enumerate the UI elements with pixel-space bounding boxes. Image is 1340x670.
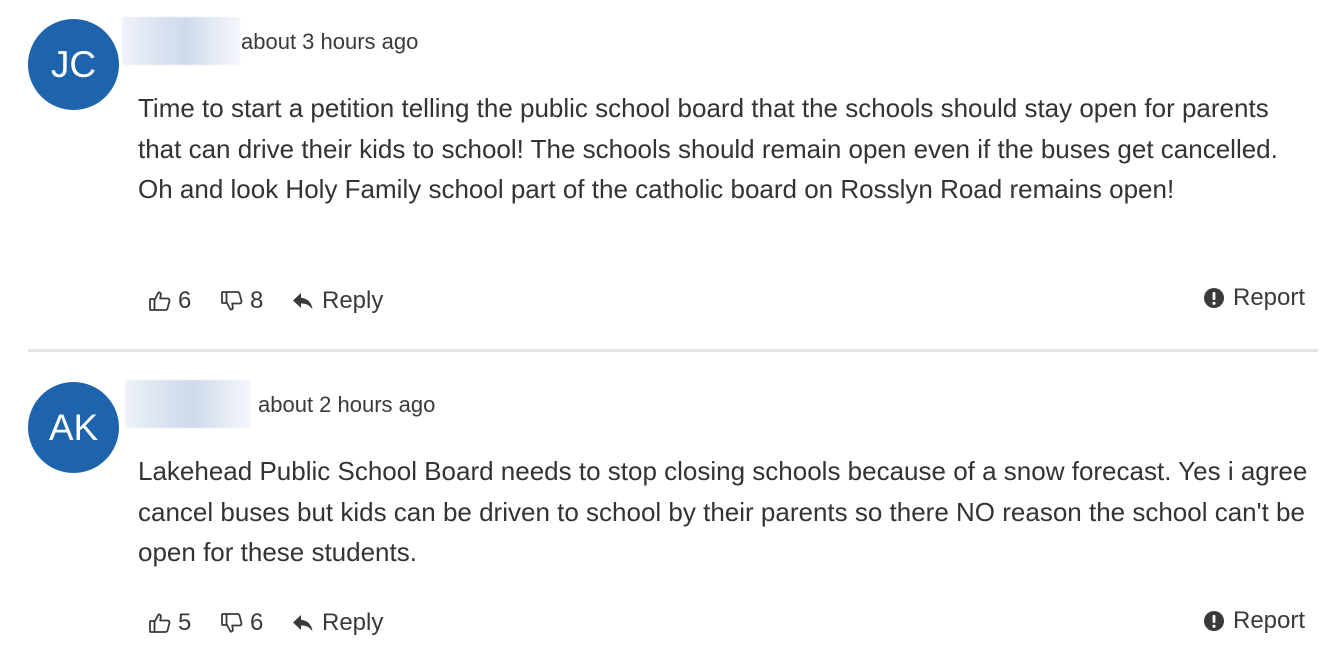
thumbs-down-icon [220, 611, 244, 635]
comment-text: Lakehead Public School Board needs to st… [138, 456, 1308, 567]
report-label: Report [1233, 284, 1306, 311]
dislike-button[interactable]: 6 [220, 606, 263, 640]
reply-label: Reply [322, 287, 384, 314]
comment-actions: 6 8 Reply Report [0, 284, 1340, 318]
author-name-blurred[interactable] [125, 380, 250, 428]
dislike-count: 6 [250, 609, 264, 636]
comment-divider [28, 349, 1318, 352]
thumbs-up-icon [148, 611, 172, 635]
report-label: Report [1233, 607, 1306, 634]
avatar-initials: JC [50, 43, 97, 85]
author-name-blurred[interactable] [122, 17, 240, 65]
dislike-count: 8 [250, 287, 264, 314]
comment-text: Time to start a petition telling the pub… [138, 93, 1278, 204]
like-count: 5 [178, 609, 192, 636]
like-button[interactable]: 5 [148, 606, 191, 640]
reply-arrow-icon [292, 613, 314, 633]
report-button[interactable]: Report [1203, 281, 1305, 315]
like-button[interactable]: 6 [148, 284, 191, 318]
avatar[interactable]: JC [28, 19, 119, 110]
thumbs-down-icon [220, 289, 244, 313]
avatar-initials: AK [48, 406, 99, 448]
exclamation-circle-icon [1203, 287, 1225, 309]
thumbs-up-icon [148, 289, 172, 313]
reply-button[interactable]: Reply [292, 606, 383, 640]
comment-timestamp: about 2 hours ago [258, 392, 436, 417]
dislike-button[interactable]: 8 [220, 284, 263, 318]
like-count: 6 [178, 287, 192, 314]
comment-actions: 5 6 Reply Report [0, 606, 1340, 640]
comment-timestamp: about 3 hours ago [241, 29, 419, 54]
avatar[interactable]: AK [28, 382, 119, 473]
reply-button[interactable]: Reply [292, 284, 383, 318]
report-button[interactable]: Report [1203, 604, 1305, 638]
reply-arrow-icon [292, 291, 314, 311]
exclamation-circle-icon [1203, 610, 1225, 632]
reply-label: Reply [322, 609, 384, 636]
